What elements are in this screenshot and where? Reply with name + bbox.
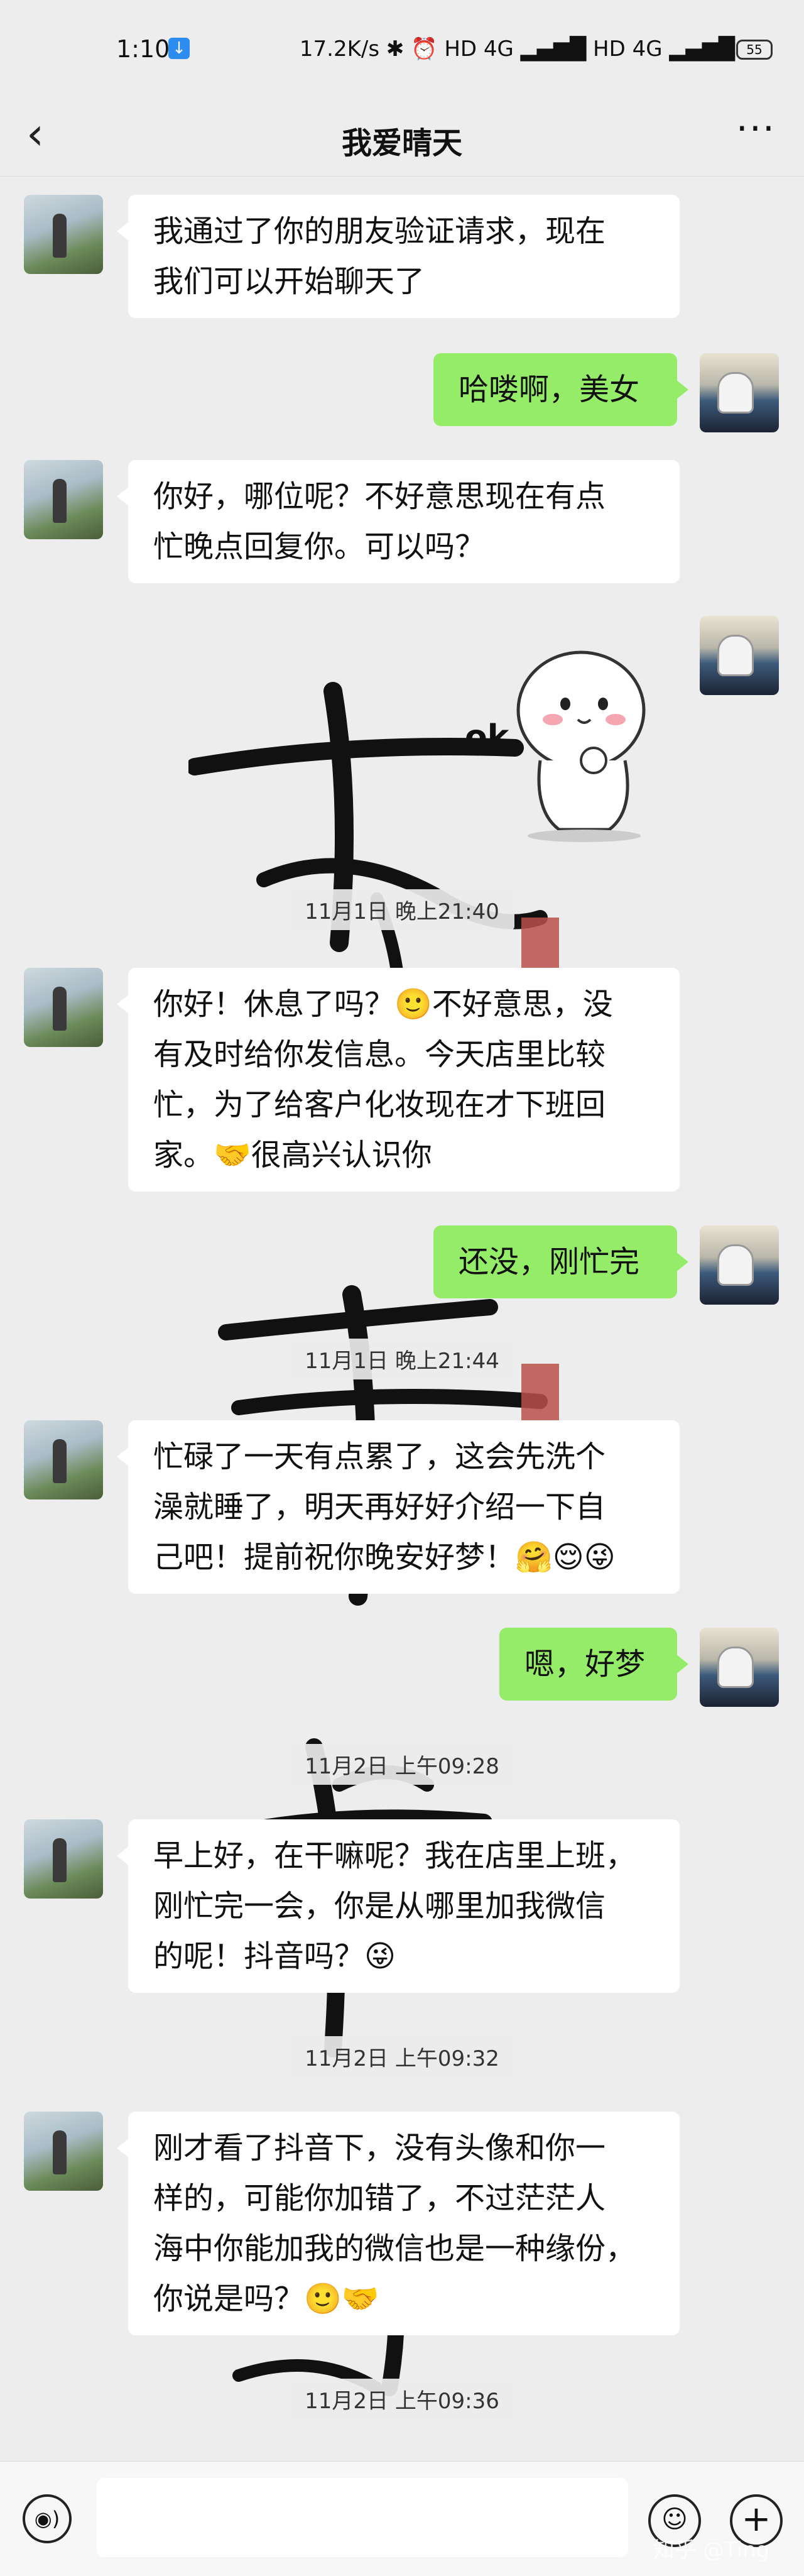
message-line: 家。🤝很高兴认识你 bbox=[153, 1137, 432, 1173]
message-line: 你说是吗？🙂🤝 bbox=[153, 2281, 379, 2316]
my-avatar[interactable] bbox=[700, 1225, 779, 1305]
message-timestamp: 11月2日 上午09:36 bbox=[0, 2379, 804, 2420]
message-line: 有及时给你发信息。今天店里比较 bbox=[153, 1037, 606, 1072]
outgoing-message[interactable]: 哈喽啊，美女 bbox=[433, 353, 688, 426]
message-line: 样的，可能你加错了，不过茫茫人 bbox=[153, 2181, 606, 2216]
message-line: 的呢！抖音吗？😜 bbox=[153, 1939, 396, 1974]
message-line: 我们可以开始聊天了 bbox=[153, 264, 425, 299]
message-line: 己吧！提前祝你晚安好梦！🤗😌😜 bbox=[153, 1540, 616, 1575]
message-line: 哈喽啊，美女 bbox=[459, 372, 640, 407]
message-line: 忙晚点回复你。可以吗？ bbox=[153, 529, 486, 564]
status-indicators: 17.2K/s ✱ ⏰ HD 4G ▂▄▆█ HD 4G ▂▄▆█ bbox=[299, 36, 735, 62]
contact-avatar[interactable] bbox=[24, 2112, 103, 2191]
message-timestamp: 11月2日 上午09:32 bbox=[0, 2036, 804, 2077]
incoming-message[interactable]: 你好！休息了吗？🙂不好意思，没 有及时给你发信息。今天店里比较 忙，为了给客户化… bbox=[117, 968, 680, 1192]
chat-title: 我爱晴天 bbox=[341, 126, 462, 161]
message-line: 嗯，好梦 bbox=[524, 1647, 646, 1682]
message-line: 我通过了你的朋友验证请求，现在 bbox=[153, 214, 606, 249]
contact-avatar[interactable] bbox=[24, 460, 103, 539]
contact-avatar[interactable] bbox=[24, 968, 103, 1047]
my-avatar[interactable] bbox=[700, 353, 779, 432]
contact-avatar[interactable] bbox=[24, 1420, 103, 1499]
message-line: 早上好，在干嘛呢？我在店里上班， bbox=[153, 1838, 636, 1873]
message-line: 忙碌了一天有点累了，这会先洗个 bbox=[153, 1439, 606, 1474]
chat-area[interactable]: 我通过了你的朋友验证请求，现在 我们可以开始聊天了 哈喽啊，美女 你好，哪位呢？… bbox=[0, 176, 804, 2461]
message-line: 澡就睡了，明天再好好介绍一下自 bbox=[153, 1489, 606, 1525]
message-line: 忙，为了给客户化妆现在才下班回 bbox=[153, 1087, 606, 1122]
message-line: 刚才看了抖音下，没有头像和你一 bbox=[153, 2130, 606, 2166]
message-timestamp: 11月2日 上午09:28 bbox=[0, 1744, 804, 1785]
battery-icon: 55 bbox=[736, 40, 773, 60]
sticker-label: ok bbox=[465, 718, 510, 756]
watermark: 知乎 @Ting bbox=[653, 2538, 770, 2563]
message-timestamp: 11月1日 晚上21:40 bbox=[0, 889, 804, 930]
incoming-message[interactable]: 你好，哪位呢？不好意思现在有点 忙晚点回复你。可以吗？ bbox=[117, 460, 680, 583]
status-bar: 1:10 ↓ 17.2K/s ✱ ⏰ HD 4G ▂▄▆█ HD 4G ▂▄▆█… bbox=[0, 0, 804, 94]
message-line: 还没，刚忙完 bbox=[459, 1244, 640, 1280]
message-input[interactable] bbox=[97, 2478, 628, 2557]
message-timestamp: 11月1日 晚上21:44 bbox=[0, 1339, 804, 1379]
voice-input-icon[interactable]: ◉) bbox=[23, 2494, 72, 2543]
status-time: 1:10 bbox=[116, 35, 170, 63]
my-avatar[interactable] bbox=[700, 616, 779, 695]
message-line: 你好！休息了吗？🙂不好意思，没 bbox=[153, 987, 613, 1022]
outgoing-message[interactable]: 还没，刚忙完 bbox=[433, 1225, 688, 1298]
incoming-message[interactable]: 我通过了你的朋友验证请求，现在 我们可以开始聊天了 bbox=[117, 195, 680, 318]
incoming-message[interactable]: 刚才看了抖音下，没有头像和你一 样的，可能你加错了，不过茫茫人 海中你能加我的微… bbox=[117, 2112, 680, 2335]
outgoing-message[interactable]: 嗯，好梦 bbox=[499, 1628, 688, 1701]
contact-avatar[interactable] bbox=[24, 1819, 103, 1899]
download-icon: ↓ bbox=[168, 38, 190, 59]
my-avatar[interactable] bbox=[700, 1628, 779, 1707]
chat-header: ‹ 我爱晴天 ··· bbox=[0, 94, 804, 177]
incoming-message[interactable]: 忙碌了一天有点累了，这会先洗个 澡就睡了，明天再好好介绍一下自 己吧！提前祝你晚… bbox=[117, 1420, 680, 1594]
message-line: 刚忙完一会，你是从哪里加我微信 bbox=[153, 1888, 606, 1924]
incoming-message[interactable]: 早上好，在干嘛呢？我在店里上班， 刚忙完一会，你是从哪里加我微信 的呢！抖音吗？… bbox=[117, 1819, 680, 1993]
contact-avatar[interactable] bbox=[24, 195, 103, 274]
message-line: 你好，哪位呢？不好意思现在有点 bbox=[153, 479, 606, 514]
message-line: 海中你能加我的微信也是一种缘份， bbox=[153, 2231, 636, 2266]
ok-sticker[interactable]: ok bbox=[465, 641, 660, 848]
more-options-icon[interactable]: ··· bbox=[736, 110, 776, 148]
